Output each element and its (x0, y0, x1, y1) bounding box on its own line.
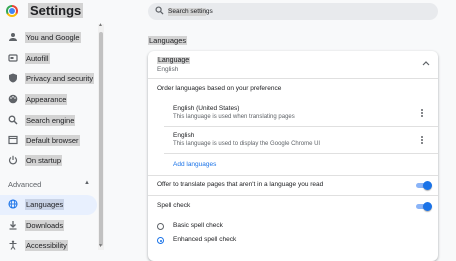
basic-spell-check-radio[interactable] (157, 223, 164, 230)
power-icon (8, 155, 18, 165)
divider (148, 78, 438, 79)
page-title: Settings (28, 3, 84, 18)
more-options-icon[interactable] (419, 108, 425, 120)
language-row-title: Language (157, 57, 191, 64)
chrome-logo-icon (6, 5, 18, 17)
translate-offer-toggle[interactable] (416, 181, 432, 190)
sidebar-item-accessibility[interactable]: Accessibility (0, 236, 104, 256)
search-box[interactable] (148, 3, 438, 20)
sidebar-item-label: Downloads (25, 220, 65, 231)
sidebar-item-on-startup[interactable]: On startup (0, 151, 104, 171)
search-input[interactable] (168, 5, 408, 18)
sidebar-item-downloads[interactable]: Downloads (0, 216, 104, 236)
sidebar-item-languages[interactable]: Languages (0, 195, 97, 215)
divider (148, 175, 438, 176)
divider (148, 195, 438, 196)
autofill-icon (8, 53, 18, 63)
order-languages-label: Order languages based on your preference (157, 85, 282, 92)
sidebar-item-label: Search engine (25, 115, 76, 126)
scroll-down-arrow-icon[interactable]: ▼ (98, 243, 103, 249)
language-description: This language is used to display the Goo… (173, 141, 321, 147)
person-icon (8, 32, 18, 42)
sidebar-item-label: Autofill (25, 53, 50, 64)
add-languages-button[interactable]: Add languages (173, 161, 216, 168)
language-row-value: English (157, 66, 179, 73)
sidebar-item-label: Appearance (25, 94, 68, 105)
translate-offer-label: Offer to translate pages that aren't in … (157, 181, 324, 188)
language-description: This language is used when translating p… (173, 114, 295, 120)
sidebar-item-search-engine[interactable]: Search engine (0, 111, 104, 131)
language-name: English (173, 132, 195, 139)
enhanced-spell-check-radio[interactable] (157, 237, 164, 244)
sidebar-item-label: You and Google (25, 32, 81, 43)
more-options-icon[interactable] (419, 135, 425, 147)
browser-icon (8, 135, 18, 145)
search-icon (8, 115, 18, 125)
languages-card: Language English Order languages based o… (148, 51, 438, 261)
sidebar-item-privacy-and-security[interactable]: Privacy and security (0, 69, 104, 89)
spell-check-toggle[interactable] (416, 202, 432, 211)
sidebar-item-appearance[interactable]: Appearance (0, 90, 104, 110)
sidebar: Settings You and Google Autofill Privacy… (0, 0, 104, 251)
scroll-up-arrow-icon[interactable]: ▲ (98, 22, 103, 28)
divider (164, 126, 438, 127)
download-icon (8, 220, 18, 230)
shield-icon (8, 73, 18, 83)
sidebar-item-label: Languages (25, 199, 65, 210)
language-name: English (United States) (173, 105, 240, 112)
sidebar-scrollbar-thumb[interactable] (99, 32, 103, 246)
advanced-section-toggle[interactable]: Advanced (8, 180, 41, 189)
sidebar-item-you-and-google[interactable]: You and Google (0, 28, 104, 48)
section-title-languages: Languages (148, 36, 188, 45)
divider (164, 153, 438, 154)
globe-icon (8, 199, 18, 209)
sidebar-item-default-browser[interactable]: Default browser (0, 131, 104, 151)
sidebar-item-label: Privacy and security (25, 73, 95, 84)
palette-icon (8, 94, 18, 104)
sidebar-item-label: Default browser (25, 135, 80, 146)
sidebar-item-label: Accessibility (25, 240, 68, 251)
spell-check-label: Spell check (157, 202, 191, 209)
sidebar-item-label: On startup (25, 155, 63, 166)
sidebar-item-autofill[interactable]: Autofill (0, 49, 104, 69)
chevron-up-icon[interactable] (422, 60, 430, 68)
basic-spell-check-label: Basic spell check (173, 222, 223, 229)
enhanced-spell-check-label: Enhanced spell check (173, 236, 237, 243)
chevron-up-icon: ▲ (84, 180, 90, 186)
accessibility-icon (8, 240, 18, 250)
search-icon (155, 6, 164, 17)
